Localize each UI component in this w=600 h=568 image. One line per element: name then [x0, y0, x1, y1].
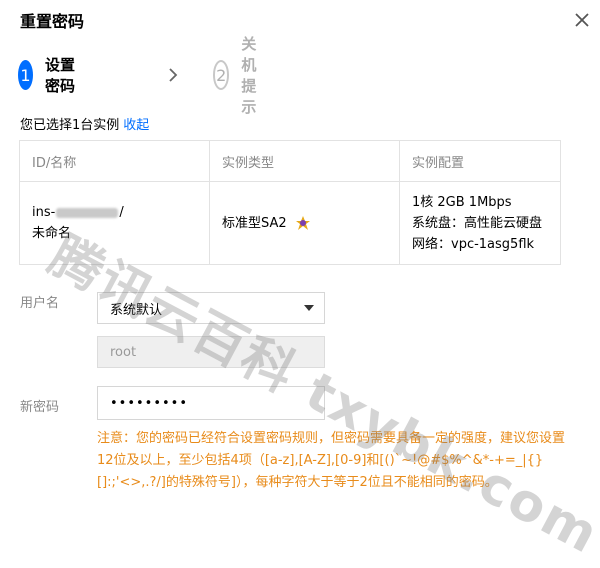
config-spec: 1核 2GB 1Mbps — [412, 194, 512, 210]
cell-type: 标准型SA2 — [209, 181, 400, 265]
selection-summary: 您已选择1台实例 收起 — [20, 114, 149, 133]
collapse-link[interactable]: 收起 — [123, 118, 149, 133]
sa2-badge-icon — [295, 216, 310, 230]
table-row: ins- / 未命名 标准型SA2 1核 2GB 1Mbps 系统盘：高性能云硬盘… — [19, 181, 561, 265]
instance-id-prefix: ins- — [32, 205, 56, 220]
instance-name: 未命名 — [32, 226, 72, 241]
table-header-row: ID/名称 实例类型 实例配置 — [19, 140, 561, 182]
reset-password-dialog: 重置密码 1 设置密码 2 关机提示 您已选择1台实例 收起 ID/名称 实例类型… — [0, 0, 600, 566]
col-header-id: ID/名称 — [19, 140, 210, 182]
instance-table: ID/名称 实例类型 实例配置 ins- / 未命名 标准型SA2 1核 2GB … — [19, 140, 561, 265]
cell-id-name: ins- / 未命名 — [19, 181, 210, 265]
new-password-input[interactable]: ••••••••• — [97, 386, 325, 420]
step-shutdown-tip: 2 关机提示 — [213, 35, 270, 116]
selection-text: 您已选择1台实例 — [20, 118, 120, 133]
new-password-label: 新密码 — [20, 400, 60, 415]
dialog-title: 重置密码 — [20, 12, 85, 31]
chevron-right-icon — [169, 68, 178, 82]
instance-type: 标准型SA2 — [222, 215, 287, 231]
username-input: root — [97, 336, 325, 368]
step-2-number: 2 — [213, 60, 230, 90]
config-network: 网络：vpc-1asg5flk — [412, 236, 535, 252]
instance-id-suffix: / — [119, 205, 124, 220]
cell-config: 1核 2GB 1Mbps 系统盘：高性能云硬盘 网络：vpc-1asg5flk — [399, 181, 561, 265]
step-1-number: 1 — [18, 60, 33, 90]
redacted-id — [56, 207, 119, 218]
username-input-value: root — [110, 344, 137, 360]
caret-down-icon — [304, 305, 314, 311]
password-mask: ••••••••• — [110, 395, 189, 411]
step-1-label: 设置密码 — [45, 56, 76, 95]
config-disk: 系统盘：高性能云硬盘 — [412, 215, 543, 231]
col-header-type: 实例类型 — [209, 140, 400, 182]
password-strength-note: 注意：您的密码已经符合设置密码规则，但密码需要具备一定的强度，建议您设置12位及… — [97, 431, 566, 490]
username-select[interactable]: 系统默认 — [97, 292, 325, 324]
col-header-config: 实例配置 — [399, 140, 561, 182]
close-icon[interactable] — [572, 10, 592, 30]
username-label: 用户名 — [20, 296, 60, 311]
username-select-value: 系统默认 — [110, 302, 163, 318]
step-2-label: 关机提示 — [241, 35, 257, 116]
step-set-password: 1 设置密码 — [18, 56, 75, 95]
